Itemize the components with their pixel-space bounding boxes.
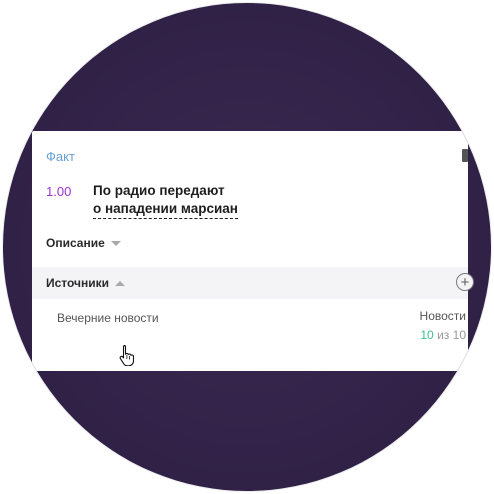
source-score-separator: из — [437, 328, 450, 342]
fact-title[interactable]: По радио передают о нападении марсиан — [93, 182, 238, 219]
stage: Факт 1.00 По радио передают о нападении … — [0, 0, 494, 494]
source-score-max: 10 — [452, 328, 466, 342]
fact-score: 1.00 — [46, 184, 72, 199]
fact-card: Факт 1.00 По радио передают о нападении … — [32, 131, 474, 371]
triangle-up-icon[interactable] — [115, 280, 126, 286]
add-source-button[interactable]: + — [456, 273, 474, 291]
fact-title-line-2: о нападении марсиан — [93, 200, 238, 219]
triangle-down-icon[interactable] — [110, 240, 121, 246]
source-score-value: 10 — [420, 328, 434, 342]
sources-label: Источники — [46, 276, 110, 290]
document-icon[interactable] — [462, 149, 468, 162]
description-label: Описание — [46, 236, 105, 250]
plus-icon: + — [460, 273, 470, 291]
fact-label: Факт — [46, 149, 75, 164]
sources-section-header: Источники + — [32, 267, 474, 299]
sources-toggle[interactable]: Источники — [46, 276, 126, 290]
description-section-header[interactable]: Описание — [46, 236, 121, 250]
source-name[interactable]: Вечерние новости — [57, 311, 159, 325]
source-score: 10 из 10 — [420, 328, 466, 342]
hand-pointer-icon — [119, 344, 134, 366]
circular-frame: Факт 1.00 По радио передают о нападении … — [3, 3, 491, 491]
fact-title-line-1: По радио передают — [93, 183, 225, 198]
source-type: Новости — [419, 309, 466, 323]
